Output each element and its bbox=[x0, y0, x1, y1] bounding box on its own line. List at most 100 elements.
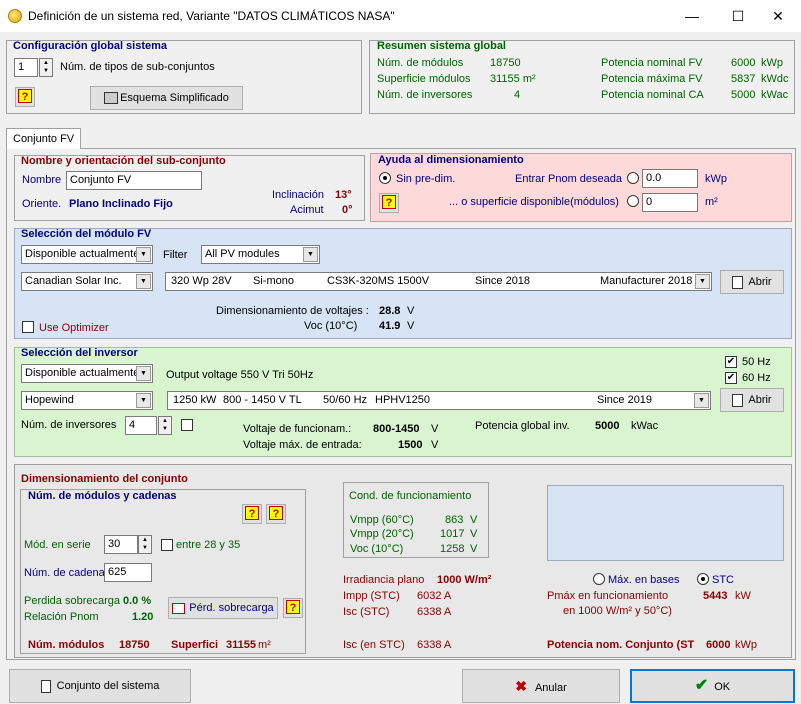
module-model-select[interactable]: 320 Wp 28V Si-mono CS3K-320MS 1500V Sinc… bbox=[165, 272, 712, 291]
window-title: Definición de un sistema red, Variante "… bbox=[28, 9, 395, 23]
chevron-down-icon: ▼ bbox=[136, 366, 151, 381]
inverter-count-input[interactable]: 4 bbox=[125, 416, 157, 435]
help-icon: ? bbox=[245, 506, 259, 520]
summary-surface-value: 31155 m² bbox=[490, 73, 536, 85]
hz50-checkbox[interactable]: ✔ bbox=[725, 356, 737, 368]
overload-loss-label: Pérd. sobrecarga bbox=[189, 602, 274, 614]
ok-button[interactable]: ✔ OK bbox=[630, 669, 795, 703]
inverter-model: HPHV1250 bbox=[375, 394, 431, 406]
inverter-availability-value: Disponible actualmente bbox=[25, 367, 140, 379]
summary-ac-nominal-label: Potencia nominal CA bbox=[601, 89, 704, 101]
minimize-button[interactable]: — bbox=[669, 0, 715, 32]
isc-stc-label: Isc (en STC) bbox=[343, 639, 405, 651]
sizing-help-button[interactable]: ? bbox=[379, 193, 399, 213]
inverter-title: Selección del inversor bbox=[21, 347, 138, 359]
pmax-label-2: en 1000 W/m² y 50°C) bbox=[563, 605, 672, 617]
voltage-sizing-unit: V bbox=[407, 305, 415, 317]
chevron-down-icon: ▼ bbox=[136, 247, 151, 262]
series-label: Mód. en serie bbox=[24, 539, 91, 551]
surface-input[interactable]: 0 bbox=[642, 193, 698, 212]
summary-pv-max-unit: kWdc bbox=[761, 73, 789, 85]
module-title: Selección del módulo FV bbox=[21, 228, 152, 240]
document-icon bbox=[40, 679, 51, 693]
max-voltage-label: Voltaje máx. de entrada: bbox=[243, 439, 362, 451]
series-input[interactable]: 30 bbox=[104, 535, 138, 554]
inverter-extra-checkbox[interactable] bbox=[181, 419, 193, 431]
overload-help-button[interactable]: ? bbox=[283, 598, 303, 618]
voc10-label: Voc (10°C) bbox=[350, 543, 404, 555]
surface-radio[interactable] bbox=[627, 195, 639, 207]
strings-help-button-1[interactable]: ? bbox=[242, 504, 262, 524]
app-icon bbox=[8, 9, 22, 23]
summary-pv-max-label: Potencia máxima FV bbox=[601, 73, 703, 85]
global-power-unit: kWac bbox=[631, 420, 659, 432]
voc10-unit: V bbox=[470, 543, 478, 555]
module-model: CS3K-320MS 1500V bbox=[327, 275, 430, 287]
enter-pnom-label: Entrar Pnom deseada bbox=[515, 173, 623, 185]
subsets-spinner[interactable]: ▲ ▼ bbox=[39, 58, 53, 77]
between-checkbox[interactable] bbox=[161, 539, 173, 551]
module-open-button[interactable]: Abrir bbox=[720, 270, 784, 294]
vmpp60-value: 863 bbox=[445, 514, 464, 526]
use-optimizer-checkbox[interactable] bbox=[22, 321, 34, 333]
document-icon bbox=[732, 393, 744, 407]
series-spinner[interactable]: ▲ ▼ bbox=[138, 535, 152, 554]
name-label: Nombre bbox=[22, 174, 62, 186]
operating-title: Cond. de funcionamiento bbox=[349, 490, 472, 502]
chevron-down-icon: ▼ bbox=[303, 247, 318, 262]
inverter-open-button[interactable]: Abrir bbox=[720, 388, 784, 412]
isc-label: Isc (STC) bbox=[343, 606, 390, 618]
tab-conjunto-fv[interactable]: Conjunto FV bbox=[6, 128, 81, 149]
pmax-value: 5443 bbox=[703, 590, 728, 602]
module-availability-select[interactable]: Disponible actualmente ▼ bbox=[21, 245, 153, 264]
summary-surface-label: Superficie módulos bbox=[377, 73, 471, 85]
help-button[interactable]: ? bbox=[15, 87, 35, 107]
overload-loss-button[interactable]: Pérd. sobrecarga bbox=[168, 597, 278, 619]
op-voltage-unit: V bbox=[431, 423, 439, 435]
strings-help-button-2[interactable]: ? bbox=[266, 504, 286, 524]
inverter-since: Since 2019 bbox=[597, 394, 653, 406]
filter-select[interactable]: All PV modules ▼ bbox=[201, 245, 320, 264]
inverter-count-label: Núm. de inversores bbox=[21, 419, 117, 431]
module-manufacturer-select[interactable]: Canadian Solar Inc. ▼ bbox=[21, 272, 153, 291]
hz60-checkbox[interactable]: ✔ bbox=[725, 372, 737, 384]
stc-radio[interactable] bbox=[697, 573, 709, 585]
surface-available-label: ... o superficie disponible(módulos) bbox=[449, 196, 619, 208]
pnom-radio[interactable] bbox=[627, 172, 639, 184]
no-presize-radio[interactable] bbox=[379, 172, 391, 184]
voc-unit: V bbox=[407, 320, 415, 332]
orient-value: Plano Inclinado Fijo bbox=[69, 198, 173, 210]
inverter-voltage: 800 - 1450 V TL bbox=[223, 394, 302, 406]
voc-value: 41.9 bbox=[379, 320, 401, 332]
inverter-count-spinner[interactable]: ▲ ▼ bbox=[158, 416, 172, 435]
schema-icon bbox=[104, 92, 119, 105]
pnom-input[interactable]: 0.0 bbox=[642, 169, 698, 188]
help-icon: ? bbox=[269, 506, 283, 520]
nominal-power-value: 6000 bbox=[706, 639, 731, 651]
array-title: Dimensionamiento del conjunto bbox=[21, 473, 188, 485]
close-button[interactable]: ✕ bbox=[755, 0, 801, 32]
inverter-model-select[interactable]: 1250 kW 800 - 1450 V TL 50/60 Hz HPHV125… bbox=[167, 391, 711, 410]
sizing-help-title: Ayuda al dimensionamiento bbox=[378, 154, 524, 166]
max-bases-radio[interactable] bbox=[593, 573, 605, 585]
impp-label: Impp (STC) bbox=[343, 590, 400, 602]
cancel-button[interactable]: ✖ Anular bbox=[462, 669, 620, 703]
inverter-manufacturer-select[interactable]: Hopewind ▼ bbox=[21, 391, 153, 410]
summary-pv-nominal-unit: kWp bbox=[761, 57, 783, 69]
subset-name-input[interactable]: Conjunto FV bbox=[66, 171, 202, 190]
strings-label: Núm. de cadena bbox=[24, 567, 105, 579]
inverter-power: 1250 kW bbox=[173, 394, 217, 406]
voc10-value: 1258 bbox=[440, 543, 465, 555]
summary-pv-nominal-label: Potencia nominal FV bbox=[601, 57, 703, 69]
system-button[interactable]: Conjunto del sistema bbox=[9, 669, 191, 703]
module-power: 320 Wp 28V bbox=[171, 275, 232, 287]
module-since: Since 2018 bbox=[475, 275, 531, 287]
strings-input[interactable]: 625 bbox=[104, 563, 152, 582]
module-open-label: Abrir bbox=[748, 276, 772, 288]
irradiance-label: Irradiancia plano bbox=[343, 574, 425, 586]
subsets-input[interactable]: 1 bbox=[14, 58, 38, 77]
global-power-label: Potencia global inv. bbox=[475, 420, 570, 432]
schema-button[interactable]: Esquema Simplificado bbox=[90, 86, 243, 110]
x-icon: ✖ bbox=[515, 678, 527, 694]
inverter-availability-select[interactable]: Disponible actualmente ▼ bbox=[21, 364, 153, 383]
